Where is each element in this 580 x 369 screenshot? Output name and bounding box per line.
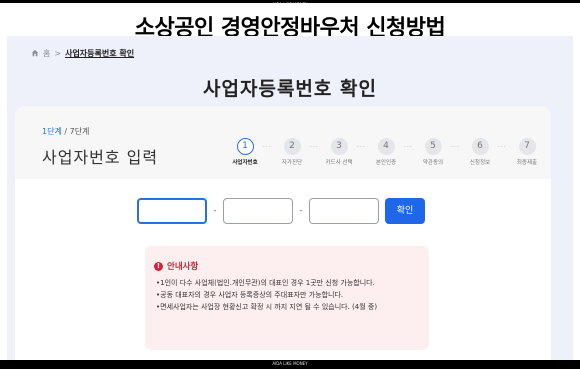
step-label: 약관동의 <box>422 160 444 166</box>
section-title: 사업자번호 입력 <box>42 148 159 167</box>
current-step-text: 1단계 <box>42 127 62 136</box>
breadcrumb-home[interactable]: 홈 <box>43 48 50 59</box>
business-number-field-2[interactable] <box>223 198 293 224</box>
brand-watermark-top: AIDA LIKE MONEY <box>272 2 308 7</box>
step-4: 4 본인인증 <box>364 138 408 166</box>
step-progress: 1단계 / 7단계 <box>42 126 89 137</box>
step-label: 자가진단 <box>281 160 303 166</box>
business-number-field-3[interactable] <box>309 198 379 224</box>
chevron-right-icon: > <box>54 49 62 58</box>
step-6: 6 신청정보 <box>458 138 502 166</box>
step-label: 카드사 선택 <box>325 160 353 166</box>
step-number: 2 <box>283 138 301 155</box>
step-5: 5 약관동의 <box>411 138 455 166</box>
notice-item: •공동 대표자의 경우 사업자 등록증상의 주대표자만 가능합니다. <box>156 291 344 299</box>
step-header-card: 1단계 / 7단계 사업자번호 입력 1 사업자번호 ··· 2 자가진단 ··… <box>15 106 551 179</box>
notice-box: ! 안내사항 •1인이 다수 사업체(법인.개인무관)의 대표인 경우 1곳만 … <box>145 246 429 350</box>
step-3: 3 카드사 선택 <box>317 138 361 166</box>
step-label: 본인인증 <box>375 160 397 166</box>
step-label: 신청정보 <box>469 160 491 166</box>
business-number-field-1[interactable] <box>137 198 207 224</box>
field-separator: - <box>213 206 217 216</box>
form-card: - - 확인 ! 안내사항 •1인이 다수 사업체(법인.개인무관)의 대표인 … <box>15 179 551 360</box>
step-label: 사업자번호 <box>232 160 258 166</box>
step-number: 7 <box>518 138 536 155</box>
step-number: 1 <box>236 138 254 155</box>
notice-title: 안내사항 <box>167 262 199 272</box>
breadcrumb-current[interactable]: 사업자등록번호 확인 <box>65 48 134 59</box>
step-number: 5 <box>424 138 442 155</box>
bottom-bar: AIDA LIKE MONEY <box>0 360 580 369</box>
step-number: 6 <box>471 138 489 155</box>
stepper: 1 사업자번호 ··· 2 자가진단 ··· 3 카드사 선택 ··· 4 본인… <box>223 138 543 174</box>
notice-header: ! 안내사항 <box>154 260 198 272</box>
step-2: 2 자가진단 <box>270 138 314 166</box>
page-content: 홈 > 사업자등록번호 확인 사업자등록번호 확인 1단계 / 7단계 사업자번… <box>7 36 573 360</box>
field-separator: - <box>299 206 303 216</box>
step-1: 1 사업자번호 <box>223 138 267 166</box>
notice-item: •면세사업자는 사업장 현황신고 확정 시 까지 지연 될 수 있습니다. (4… <box>156 303 378 311</box>
breadcrumb: 홈 > 사업자등록번호 확인 <box>31 48 134 59</box>
notice-item: •1인이 다수 사업체(법인.개인무관)의 대표인 경우 1곳만 신청 가능합니… <box>156 279 375 287</box>
business-number-row: - - 확인 <box>137 198 425 224</box>
home-icon[interactable] <box>31 49 39 59</box>
title-banner: AIDA LIKE MONEY 소상공인 경영안정바우처 신청방법 <box>0 0 580 41</box>
total-steps-text: / 7단계 <box>64 127 90 136</box>
step-label: 최종제출 <box>516 160 538 166</box>
brand-watermark-bottom: AIDA LIKE MONEY <box>272 361 308 366</box>
alert-icon: ! <box>154 261 163 271</box>
step-7: 7 최종제출 <box>505 138 549 166</box>
notice-list: •1인이 다수 사업체(법인.개인무관)의 대표인 경우 1곳만 신청 가능합니… <box>156 278 424 314</box>
step-number: 3 <box>330 138 348 155</box>
step-number: 4 <box>377 138 395 155</box>
confirm-button[interactable]: 확인 <box>385 198 425 224</box>
page-title: 사업자등록번호 확인 <box>203 78 377 100</box>
